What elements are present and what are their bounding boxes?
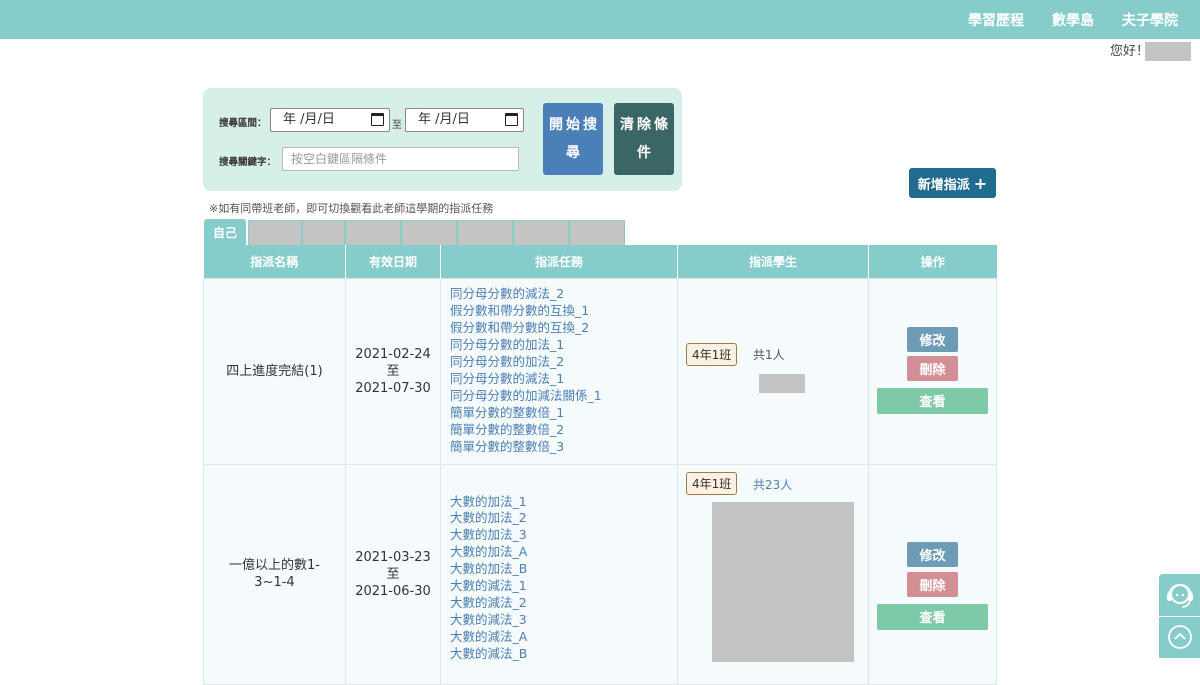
task-link[interactable]: 大數的加法_B xyxy=(450,561,677,578)
nav-learning-history[interactable]: 學習歷程 xyxy=(968,10,1024,30)
task-link[interactable]: 同分母分數的加法_1 xyxy=(450,337,677,354)
task-link[interactable]: 大數的加法_2 xyxy=(450,510,677,527)
header-assignment-name: 指派名稱 xyxy=(203,245,346,278)
student-count: 共23人 xyxy=(753,477,793,492)
tab-teacher-redacted[interactable] xyxy=(513,220,569,245)
co-teacher-note: ※如有同帶班老師，即可切換觀看此老師這學期的指派任務 xyxy=(209,202,494,215)
keyword-input[interactable] xyxy=(282,147,519,171)
range-to: 至 xyxy=(392,120,402,131)
action-cell: 修改 刪除 查看 xyxy=(868,277,997,465)
header-actions: 操作 xyxy=(868,245,997,278)
header-valid-date: 有效日期 xyxy=(345,245,441,278)
view-button[interactable]: 查看 xyxy=(877,387,988,414)
date-to: 至 xyxy=(386,363,400,379)
end-date: 2021-06-30 xyxy=(355,583,431,599)
task-list: 大數的加法_1 大數的加法_2 大數的加法_3 大數的加法_A 大數的加法_B … xyxy=(440,463,678,685)
greeting: 您好！ xyxy=(1110,44,1150,59)
table-row: 四上進度完結(1) 2021-02-24 至 2021-07-30 同分母分數的… xyxy=(203,277,997,465)
delete-button[interactable]: 刪除 xyxy=(907,571,958,597)
end-date: 2021-07-30 xyxy=(355,380,431,396)
tab-self[interactable]: 自己 xyxy=(204,219,246,245)
task-link[interactable]: 大數的減法_B xyxy=(450,646,677,663)
task-link[interactable]: 大數的加法_1 xyxy=(450,494,677,511)
tab-teacher-redacted[interactable] xyxy=(248,220,302,245)
edit-button[interactable]: 修改 xyxy=(907,326,958,352)
task-link[interactable]: 同分母分數的減法_2 xyxy=(450,286,677,303)
task-link[interactable]: 同分母分數的加法_2 xyxy=(450,354,677,371)
nav-math-island[interactable]: 數學島 xyxy=(1052,10,1094,30)
table-header-row: 指派名稱 有效日期 指派任務 指派學生 操作 xyxy=(203,245,997,278)
task-link[interactable]: 假分數和帶分數的互換_2 xyxy=(450,320,677,337)
student-cell: 4年1班 共1人 xyxy=(677,277,869,465)
assignment-name: 四上進度完結(1) xyxy=(203,277,346,465)
nav-fuzi-academy[interactable]: 夫子學院 xyxy=(1122,10,1178,30)
end-date-value: 年 /月/日 xyxy=(418,112,470,127)
student-count: 共1人 xyxy=(753,347,785,362)
assignment-table: 指派名稱 有效日期 指派任務 指派學生 操作 四上進度完結(1) 2021-02… xyxy=(203,245,997,685)
start-date: 2021-03-23 xyxy=(355,549,431,565)
assignment-name: 一億以上的數1-3~1-4 xyxy=(203,463,346,685)
action-cell: 修改 刪除 查看 xyxy=(868,463,997,685)
task-link[interactable]: 大數的減法_2 xyxy=(450,595,677,612)
top-nav: 學習歷程 數學島 夫子學院 xyxy=(968,0,1178,39)
date-to: 至 xyxy=(386,566,400,582)
task-link[interactable]: 大數的減法_1 xyxy=(450,578,677,595)
view-button[interactable]: 查看 xyxy=(877,603,988,630)
student-list-redacted xyxy=(712,501,854,662)
task-link[interactable]: 大數的減法_3 xyxy=(450,612,677,629)
plus-icon: + xyxy=(973,173,988,193)
side-widget xyxy=(1159,574,1200,658)
chevron-up-circle-icon[interactable] xyxy=(1167,624,1193,650)
task-link[interactable]: 假分數和帶分數的互換_1 xyxy=(450,303,677,320)
search-panel: 搜尋區間： 年 /月/日 至 年 /月/日 搜尋關鍵字： 開始搜尋 清除條件 xyxy=(203,88,682,191)
task-link[interactable]: 大數的加法_A xyxy=(450,544,677,561)
edit-button[interactable]: 修改 xyxy=(907,541,958,567)
delete-button[interactable]: 刪除 xyxy=(907,355,958,381)
valid-date: 2021-03-23 至 2021-06-30 xyxy=(345,463,441,685)
student-name-redacted xyxy=(759,373,805,393)
start-date-input[interactable]: 年 /月/日 xyxy=(270,108,390,132)
top-bar: 學習歷程 數學島 夫子學院 xyxy=(0,0,1200,39)
student-cell: 4年1班 共23人 xyxy=(677,463,869,685)
headset-support-icon[interactable] xyxy=(1164,578,1196,612)
add-assignment-button[interactable]: 新增指派 + xyxy=(909,168,996,198)
task-link[interactable]: 同分母分數的加減法關係_1 xyxy=(450,388,677,405)
task-link[interactable]: 大數的減法_A xyxy=(450,629,677,646)
add-assignment-label: 新增指派 xyxy=(917,177,970,193)
end-date-input[interactable]: 年 /月/日 xyxy=(405,108,524,132)
tab-teacher-redacted[interactable] xyxy=(345,220,401,245)
task-link[interactable]: 簡單分數的整數倍_3 xyxy=(450,439,677,456)
tab-teacher-redacted[interactable] xyxy=(569,220,625,245)
tab-teacher-redacted[interactable] xyxy=(302,220,345,245)
table-row: 一億以上的數1-3~1-4 2021-03-23 至 2021-06-30 大數… xyxy=(203,463,997,685)
start-date: 2021-02-24 xyxy=(355,346,431,362)
tab-teacher-redacted[interactable] xyxy=(401,220,457,245)
side-divider xyxy=(1159,616,1200,617)
tab-teacher-redacted[interactable] xyxy=(457,220,513,245)
range-label: 搜尋區間： xyxy=(219,118,267,129)
user-name-redacted xyxy=(1145,42,1191,61)
class-badge[interactable]: 4年1班 xyxy=(686,471,738,495)
task-link[interactable]: 同分母分數的減法_1 xyxy=(450,371,677,388)
start-search-button[interactable]: 開始搜尋 xyxy=(543,103,603,175)
header-tasks: 指派任務 xyxy=(440,245,678,278)
clear-conditions-button[interactable]: 清除條件 xyxy=(614,103,674,175)
task-link[interactable]: 簡單分數的整數倍_2 xyxy=(450,422,677,439)
task-list: 同分母分數的減法_2 假分數和帶分數的互換_1 假分數和帶分數的互換_2 同分母… xyxy=(440,277,678,465)
keyword-label: 搜尋關鍵字： xyxy=(219,157,277,168)
class-badge[interactable]: 4年1班 xyxy=(686,342,738,366)
start-date-value: 年 /月/日 xyxy=(283,112,335,127)
header-students: 指派學生 xyxy=(677,245,869,278)
task-link[interactable]: 大數的加法_3 xyxy=(450,527,677,544)
calendar-icon[interactable] xyxy=(505,113,518,126)
valid-date: 2021-02-24 至 2021-07-30 xyxy=(345,277,441,465)
calendar-icon[interactable] xyxy=(371,113,384,126)
task-link[interactable]: 簡單分數的整數倍_1 xyxy=(450,405,677,422)
